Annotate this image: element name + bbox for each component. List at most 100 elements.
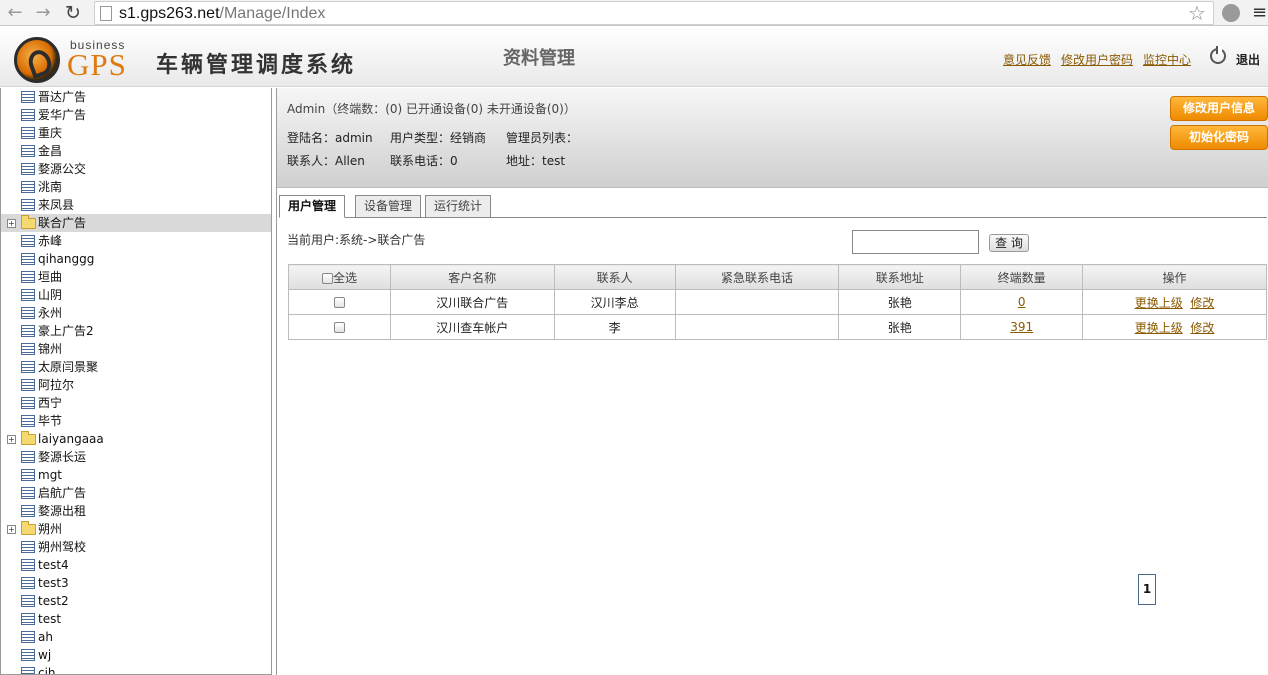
tree-item[interactable]: 毕节	[1, 412, 271, 430]
column-header: 操作	[1082, 264, 1267, 290]
select-all-checkbox[interactable]	[321, 272, 333, 284]
forward-arrow-icon[interactable]: →	[32, 2, 54, 24]
tree-item[interactable]: 赤峰	[1, 232, 271, 250]
expand-icon[interactable]: +	[7, 435, 16, 444]
tree-item[interactable]: 金昌	[1, 142, 271, 160]
document-icon	[21, 667, 35, 674]
tree-item-label: qihanggg	[38, 252, 95, 266]
select-all-header[interactable]: 全选	[288, 264, 391, 290]
tree-item[interactable]: test3	[1, 574, 271, 592]
tree-item-label: ah	[38, 630, 53, 644]
tab-bar: 用户管理 设备管理 运行统计	[279, 195, 1267, 218]
tree-item[interactable]: 阿拉尔	[1, 376, 271, 394]
change-parent-link[interactable]: 更换上级	[1135, 321, 1183, 335]
tree-item[interactable]: 爱华广告	[1, 106, 271, 124]
expand-icon[interactable]: +	[7, 525, 16, 534]
folder-icon	[21, 215, 36, 229]
tree-item[interactable]: + 朔州	[1, 520, 271, 538]
customer-name: 汉川查车帐户	[389, 314, 555, 340]
feedback-link[interactable]: 意见反馈	[1003, 51, 1051, 68]
power-icon[interactable]	[1210, 46, 1226, 64]
edit-user-info-button[interactable]: 修改用户信息	[1170, 96, 1268, 121]
document-icon	[21, 343, 35, 355]
change-parent-link[interactable]: 更换上级	[1135, 296, 1183, 310]
monitor-center-link[interactable]: 监控中心	[1143, 51, 1191, 68]
table-header-row: 全选 客户名称 联系人 紧急联系电话 联系地址 终端数量 操作	[288, 264, 1267, 290]
row-checkbox[interactable]	[333, 322, 345, 333]
tab-user-management[interactable]: 用户管理	[279, 195, 346, 218]
tree-item[interactable]: 太原闫景聚	[1, 358, 271, 376]
table-row: 汉川查车帐户 李 张艳 391 更换上级 修改	[288, 314, 1267, 340]
tree-item[interactable]: 婺源长运	[1, 448, 271, 466]
document-icon	[21, 505, 35, 517]
tree-item[interactable]: 垣曲	[1, 268, 271, 286]
tree-item-label: test4	[38, 558, 69, 572]
document-icon	[21, 325, 35, 337]
tree-item[interactable]: cjh	[1, 664, 271, 674]
tree-item-label: 洮南	[38, 180, 63, 194]
tree-item[interactable]: 启航广告	[1, 484, 271, 502]
tree-item[interactable]: test4	[1, 556, 271, 574]
tree-item[interactable]: mgt	[1, 466, 271, 484]
tree-item-label: test2	[38, 594, 69, 608]
tree-item[interactable]: 洮南	[1, 178, 271, 196]
contact-person: 联系人：Allen	[287, 154, 365, 168]
tree-item[interactable]: + laiyangaaa	[1, 430, 271, 448]
document-icon	[21, 415, 35, 427]
search-input[interactable]	[852, 230, 979, 254]
tree-item[interactable]: wj	[1, 646, 271, 664]
edit-link[interactable]: 修改	[1190, 296, 1214, 310]
document-icon	[21, 613, 35, 625]
tree-item[interactable]: + 联合广告	[1, 214, 271, 232]
extension-globe-icon[interactable]	[1222, 4, 1240, 22]
tree-item[interactable]: 西宁	[1, 394, 271, 412]
tree-item[interactable]: 锦州	[1, 340, 271, 358]
contact-name: 李	[553, 314, 676, 340]
change-password-link[interactable]: 修改用户密码	[1061, 51, 1133, 68]
sidebar-tree: 晋达广告 爱华广告重庆金昌 婺源公交洮南来凤县 + 联合广告 赤峰 qihanggg 垣曲 山阴…	[0, 88, 272, 675]
tree-item-label: wj	[38, 648, 52, 662]
expand-icon[interactable]: +	[7, 219, 16, 228]
tree-item[interactable]: qihanggg	[1, 250, 271, 268]
pager-page-button[interactable]: 1	[1138, 574, 1156, 605]
document-icon	[21, 199, 35, 211]
document-icon	[21, 127, 35, 139]
row-checkbox[interactable]	[333, 297, 345, 308]
terminal-count-link[interactable]: 0	[1018, 295, 1026, 309]
address-bar[interactable]: s1.gps263.net/Manage/Index	[94, 1, 1214, 25]
tree-item[interactable]: ah	[1, 628, 271, 646]
reset-password-button[interactable]: 初始化密码	[1170, 125, 1268, 150]
terminal-summary: Admin（终端数：(0) 已开通设备(0) 未开通设备(0)）	[287, 102, 576, 116]
terminal-count-link[interactable]: 391	[1010, 320, 1033, 334]
tree-item[interactable]: 晋达广告	[1, 88, 271, 106]
tree-item[interactable]: 来凤县	[1, 196, 271, 214]
user-info-panel: Admin（终端数：(0) 已开通设备(0) 未开通设备(0)） 登陆名：adm…	[277, 88, 1268, 188]
tree-item[interactable]: 永州	[1, 304, 271, 322]
tree-item-label: 锦州	[38, 342, 63, 356]
edit-link[interactable]: 修改	[1190, 321, 1214, 335]
tree-item[interactable]: test2	[1, 592, 271, 610]
browser-menu-icon[interactable]: ≡	[1252, 2, 1267, 24]
tree-item[interactable]: 朔州驾校	[1, 538, 271, 556]
folder-icon	[21, 431, 36, 445]
document-icon	[21, 271, 35, 283]
back-arrow-icon[interactable]: ←	[4, 2, 26, 24]
tree-item[interactable]: 豪上广告2	[1, 322, 271, 340]
tab-device-management[interactable]: 设备管理	[355, 195, 422, 218]
tree-item[interactable]: 山阴	[1, 286, 271, 304]
tree-item-label: 重庆	[38, 126, 63, 140]
url-text: s1.gps263.net/Manage/Index	[119, 5, 326, 22]
logout-button[interactable]: 退出	[1236, 51, 1260, 68]
tree-item[interactable]: 婺源出租	[1, 502, 271, 520]
tree-item[interactable]: 婺源公交	[1, 160, 271, 178]
reload-icon[interactable]: ↻	[62, 2, 84, 24]
tree-item-label: 来凤县	[38, 198, 75, 212]
tree-item-label: 永州	[38, 306, 63, 320]
tab-run-statistics[interactable]: 运行统计	[425, 195, 492, 218]
tree-item[interactable]: 重庆	[1, 124, 271, 142]
search-button[interactable]: 查 询	[989, 234, 1029, 252]
bookmark-star-icon[interactable]: ☆	[1188, 1, 1206, 25]
customer-name: 汉川联合广告	[389, 289, 555, 315]
tree-item[interactable]: test	[1, 610, 271, 628]
tree-item-label: 毕节	[38, 414, 63, 428]
